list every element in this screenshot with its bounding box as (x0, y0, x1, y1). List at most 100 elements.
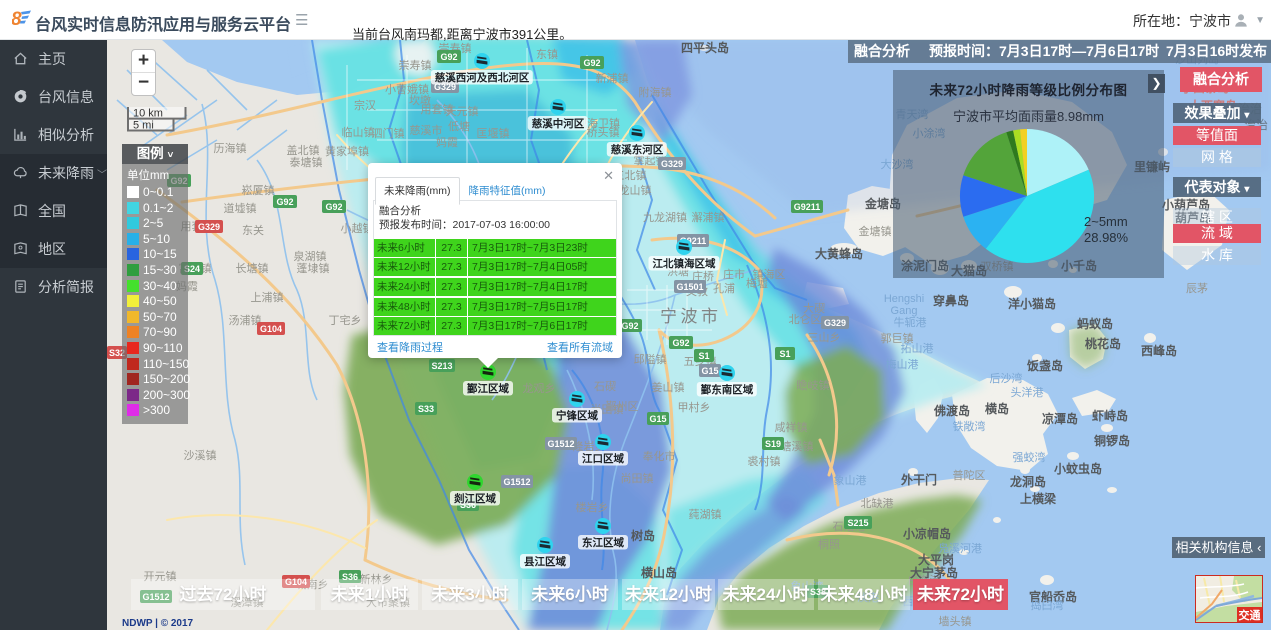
svg-text:G329: G329 (824, 318, 846, 328)
svg-text:虾峙岛: 虾峙岛 (1092, 408, 1128, 423)
svg-text:东江区域: 东江区域 (582, 536, 624, 549)
svg-text:泗门镇: 泗门镇 (372, 126, 405, 140)
svg-text:G1501: G1501 (676, 282, 703, 292)
svg-text:头洋港: 头洋港 (1011, 385, 1044, 399)
svg-text:鄞江区域: 鄞江区域 (467, 382, 509, 395)
svg-text:道墟镇: 道墟镇 (224, 201, 257, 215)
svg-text:瞻岐镇: 瞻岐镇 (797, 378, 830, 392)
svg-text:大碶: 大碶 (803, 301, 825, 315)
svg-text:新浦镇: 新浦镇 (596, 71, 629, 85)
svg-text:S1: S1 (698, 351, 709, 361)
svg-text:桐照: 桐照 (818, 537, 840, 551)
svg-text:泰塘镇: 泰塘镇 (290, 155, 323, 169)
svg-text:G104: G104 (260, 324, 282, 334)
svg-text:G92: G92 (325, 202, 342, 212)
svg-text:天元镇: 天元镇 (446, 104, 479, 118)
svg-text:G92: G92 (621, 321, 638, 331)
svg-text:Hengshi: Hengshi (884, 293, 924, 305)
svg-text:慈溪中河区: 慈溪中河区 (532, 117, 585, 130)
svg-text:咸祥镇: 咸祥镇 (775, 420, 808, 434)
svg-text:G92: G92 (672, 338, 689, 348)
svg-text:蓬埭镇: 蓬埭镇 (297, 261, 330, 275)
svg-text:10 km: 10 km (133, 108, 163, 120)
svg-text:梅山港: 梅山港 (886, 357, 919, 371)
svg-text:三山乡: 三山乡 (808, 331, 841, 344)
svg-text:上横梁: 上横梁 (1020, 491, 1056, 506)
svg-text:辰茅: 辰茅 (1186, 282, 1208, 295)
svg-text:G9211: G9211 (794, 202, 821, 212)
svg-text:宁波市: 宁波市 (660, 307, 722, 326)
svg-text:宁锋区域: 宁锋区域 (556, 409, 598, 422)
svg-text:黄家埠镇: 黄家埠镇 (325, 144, 369, 158)
svg-text:小凉帽岛: 小凉帽岛 (903, 526, 951, 541)
svg-text:甲村乡: 甲村乡 (678, 400, 711, 414)
svg-text:楼岩乡: 楼岩乡 (576, 500, 609, 514)
svg-text:姜山镇: 姜山镇 (652, 380, 685, 394)
svg-text:S33: S33 (418, 404, 434, 414)
svg-text:慈溪市: 慈溪市 (410, 123, 443, 137)
svg-text:墙头镇: 墙头镇 (939, 614, 972, 628)
svg-text:小曹娥镇: 小曹娥镇 (385, 82, 429, 96)
svg-text:G15: G15 (649, 414, 666, 424)
svg-text:裘村镇: 裘村镇 (748, 454, 781, 468)
svg-text:尚田镇: 尚田镇 (621, 471, 654, 485)
svg-text:普陀区: 普陀区 (953, 468, 986, 482)
svg-text:宗汉: 宗汉 (354, 98, 376, 112)
svg-text:佛渡岛: 佛渡岛 (933, 403, 970, 418)
svg-text:蚂蚁岛: 蚂蚁岛 (1077, 316, 1113, 331)
svg-text:剡江区域: 剡江区域 (454, 492, 496, 505)
svg-text:临山镇: 临山镇 (342, 125, 375, 139)
svg-text:四平头岛: 四平头岛 (681, 40, 729, 55)
svg-text:北仑区: 北仑区 (789, 312, 822, 326)
svg-text:西峰岛: 西峰岛 (1141, 343, 1177, 358)
svg-text:泉湖镇: 泉湖镇 (294, 249, 327, 263)
svg-text:九龙湖镇: 九龙湖镇 (643, 210, 687, 224)
svg-text:北缺港: 北缺港 (861, 496, 894, 510)
svg-text:崇寿镇: 崇寿镇 (399, 58, 432, 72)
svg-text:S19: S19 (765, 439, 781, 449)
svg-text:崧厦镇: 崧厦镇 (242, 183, 275, 197)
svg-text:东关: 东关 (242, 223, 264, 237)
svg-text:铜锣岛: 铜锣岛 (1094, 433, 1130, 448)
svg-text:邱隘镇: 邱隘镇 (634, 352, 667, 366)
svg-text:莼湖镇: 莼湖镇 (689, 507, 722, 521)
svg-text:历海镇: 历海镇 (214, 141, 247, 155)
svg-text:象山港: 象山港 (834, 474, 867, 487)
svg-text:G15: G15 (701, 366, 718, 376)
svg-text:沙溪镇: 沙溪镇 (184, 448, 217, 462)
svg-text:交通: 交通 (1239, 608, 1261, 622)
svg-text:孔浦: 孔浦 (713, 282, 735, 295)
svg-text:穿鼻岛: 穿鼻岛 (933, 293, 969, 308)
svg-text:洋小猫岛: 洋小猫岛 (1008, 296, 1056, 311)
svg-text:长塘镇: 长塘镇 (236, 261, 269, 275)
svg-text:江北镇海区域: 江北镇海区域 (653, 257, 716, 270)
svg-text:汤浦镇: 汤浦镇 (229, 313, 262, 327)
svg-text:县江区域: 县江区域 (524, 555, 566, 568)
svg-text:丁宅乡: 丁宅乡 (329, 313, 362, 327)
svg-text:外干门: 外干门 (901, 472, 937, 487)
svg-text:横山岛: 横山岛 (641, 565, 677, 580)
svg-text:石碶: 石碶 (594, 380, 616, 393)
svg-text:小蚊虫岛: 小蚊虫岛 (1054, 461, 1102, 476)
svg-text:金塘镇: 金塘镇 (859, 224, 892, 238)
svg-text:凉潭岛: 凉潭岛 (1042, 411, 1078, 426)
svg-text:G92: G92 (583, 58, 600, 68)
svg-text:庄市: 庄市 (723, 267, 745, 281)
svg-text:坎墩: 坎墩 (409, 93, 431, 107)
svg-text:镇海区: 镇海区 (753, 267, 786, 281)
svg-text:上浦镇: 上浦镇 (251, 290, 284, 304)
svg-text:G92: G92 (440, 52, 457, 62)
svg-text:奉化市: 奉化市 (643, 449, 676, 463)
svg-text:Gang: Gang (891, 305, 918, 317)
svg-text:桃花岛: 桃花岛 (1085, 336, 1121, 351)
svg-text:妈霞: 妈霞 (436, 135, 458, 149)
svg-text:G329: G329 (661, 159, 683, 169)
svg-text:强蛟湾: 强蛟湾 (1013, 450, 1046, 464)
svg-text:低塘: 低塘 (448, 119, 470, 133)
svg-text:慈溪东河区: 慈溪东河区 (611, 143, 664, 156)
svg-text:牛轭港: 牛轭港 (894, 315, 927, 329)
svg-text:澥浦镇: 澥浦镇 (692, 210, 725, 224)
svg-text:G1512: G1512 (503, 477, 530, 487)
svg-text:大黄蜂岛: 大黄蜂岛 (815, 246, 863, 261)
svg-text:慈溪西河及西北河区: 慈溪西河及西北河区 (435, 71, 530, 84)
